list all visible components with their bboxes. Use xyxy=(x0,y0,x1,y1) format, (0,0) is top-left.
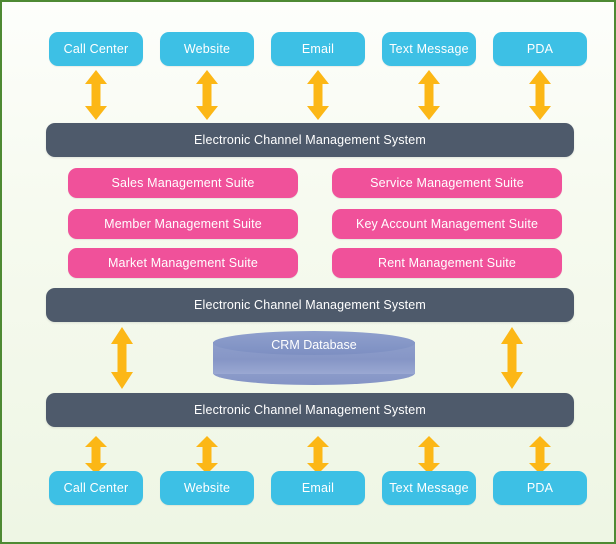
system-bar-top[interactable]: Electronic Channel Management System xyxy=(46,123,574,157)
double-arrow-icon xyxy=(109,327,135,389)
double-arrow-icon xyxy=(305,70,331,120)
double-arrow-icon xyxy=(194,70,220,120)
double-arrow-icon xyxy=(194,436,220,474)
channel-pill-top-website[interactable]: Website xyxy=(160,32,254,66)
suite-pill-key-account-management[interactable]: Key Account Management Suite xyxy=(332,209,562,239)
suite-label: Member Management Suite xyxy=(104,217,262,231)
system-bar-label: Electronic Channel Management System xyxy=(194,403,426,417)
suite-label: Key Account Management Suite xyxy=(355,217,539,231)
diagram-frame: Call Center Website Email Text Message P… xyxy=(0,0,616,544)
suite-pill-service-management[interactable]: Service Management Suite xyxy=(332,168,562,198)
double-arrow-icon xyxy=(416,436,442,474)
channel-pill-bottom-call-center[interactable]: Call Center xyxy=(49,471,143,505)
channel-label: Text Message xyxy=(389,481,469,495)
crm-database-cylinder[interactable]: CRM Database xyxy=(213,331,415,385)
channel-label: Text Message xyxy=(389,42,469,56)
double-arrow-icon xyxy=(83,436,109,474)
double-arrow-icon xyxy=(416,70,442,120)
double-arrow-icon xyxy=(499,327,525,389)
channel-pill-bottom-pda[interactable]: PDA xyxy=(493,471,587,505)
suite-label: Service Management Suite xyxy=(370,176,524,190)
system-bar-label: Electronic Channel Management System xyxy=(194,298,426,312)
channel-label: Website xyxy=(183,42,231,56)
channel-pill-bottom-text-message[interactable]: Text Message xyxy=(382,471,476,505)
double-arrow-icon xyxy=(527,436,553,474)
system-bar-middle[interactable]: Electronic Channel Management System xyxy=(46,288,574,322)
double-arrow-icon xyxy=(305,436,331,474)
channel-label: Call Center xyxy=(63,481,129,495)
system-bar-label: Electronic Channel Management System xyxy=(194,133,426,147)
channel-label: Call Center xyxy=(63,42,129,56)
suite-label: Rent Management Suite xyxy=(378,256,516,270)
suite-pill-member-management[interactable]: Member Management Suite xyxy=(68,209,298,239)
channel-pill-bottom-email[interactable]: Email xyxy=(271,471,365,505)
suite-label: Sales Management Suite xyxy=(111,176,255,190)
suite-pill-market-management[interactable]: Market Management Suite xyxy=(68,248,298,278)
channel-label: PDA xyxy=(526,42,554,56)
system-bar-bottom[interactable]: Electronic Channel Management System xyxy=(46,393,574,427)
channel-label: Email xyxy=(301,42,335,56)
channel-pill-top-text-message[interactable]: Text Message xyxy=(382,32,476,66)
suite-pill-rent-management[interactable]: Rent Management Suite xyxy=(332,248,562,278)
suite-label: Market Management Suite xyxy=(107,256,259,270)
channel-pill-top-email[interactable]: Email xyxy=(271,32,365,66)
channel-label: PDA xyxy=(526,481,554,495)
channel-pill-top-pda[interactable]: PDA xyxy=(493,32,587,66)
channel-pill-top-call-center[interactable]: Call Center xyxy=(49,32,143,66)
double-arrow-icon xyxy=(83,70,109,120)
channel-label: Website xyxy=(183,481,231,495)
channel-label: Email xyxy=(301,481,335,495)
suite-pill-sales-management[interactable]: Sales Management Suite xyxy=(68,168,298,198)
double-arrow-icon xyxy=(527,70,553,120)
database-label: CRM Database xyxy=(271,338,357,352)
channel-pill-bottom-website[interactable]: Website xyxy=(160,471,254,505)
